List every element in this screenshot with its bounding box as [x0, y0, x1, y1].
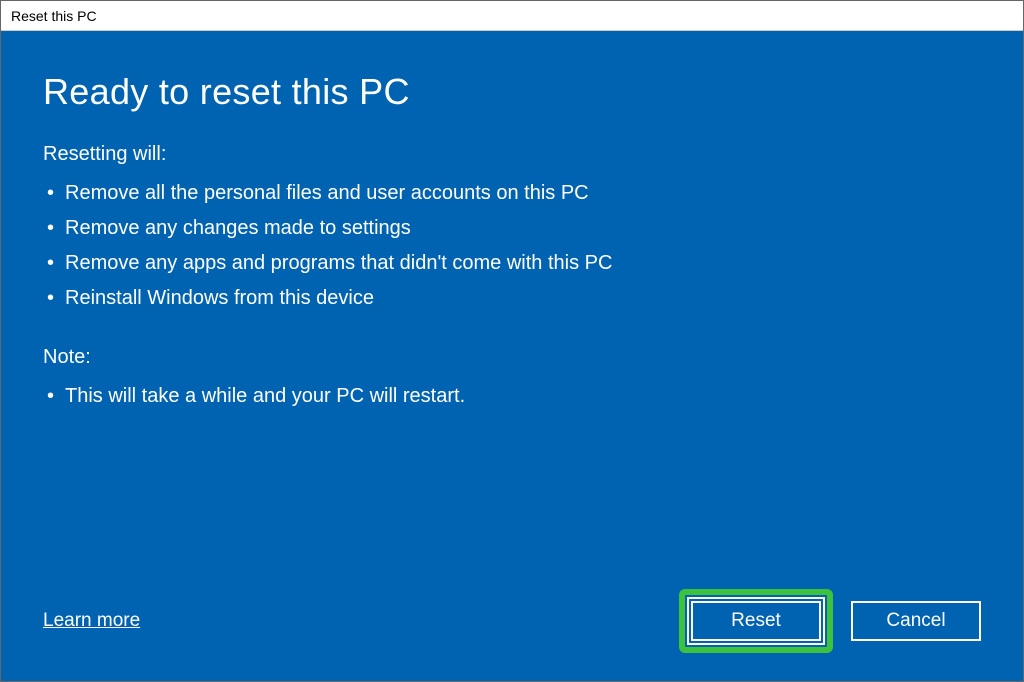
list-item: Remove any changes made to settings — [43, 211, 981, 246]
note-list: This will take a while and your PC will … — [43, 379, 981, 414]
learn-more-link[interactable]: Learn more — [43, 610, 140, 632]
page-heading: Ready to reset this PC — [43, 71, 981, 113]
cancel-button[interactable]: Cancel — [851, 601, 981, 641]
window-title: Reset this PC — [11, 8, 97, 24]
resetting-will-label: Resetting will: — [43, 143, 981, 166]
list-item: Remove all the personal files and user a… — [43, 176, 981, 211]
note-label: Note: — [43, 346, 981, 369]
reset-pc-window: Reset this PC Ready to reset this PC Res… — [0, 0, 1024, 682]
footer: Learn more Reset Cancel — [43, 589, 981, 653]
list-item: This will take a while and your PC will … — [43, 379, 981, 414]
content-area: Ready to reset this PC Resetting will: R… — [1, 31, 1023, 681]
list-item: Reinstall Windows from this device — [43, 281, 981, 316]
list-item: Remove any apps and programs that didn't… — [43, 246, 981, 281]
reset-highlight-annotation: Reset — [679, 589, 833, 653]
reset-button[interactable]: Reset — [691, 601, 821, 641]
title-bar: Reset this PC — [1, 1, 1023, 31]
button-group: Reset Cancel — [679, 589, 981, 653]
resetting-will-list: Remove all the personal files and user a… — [43, 176, 981, 316]
